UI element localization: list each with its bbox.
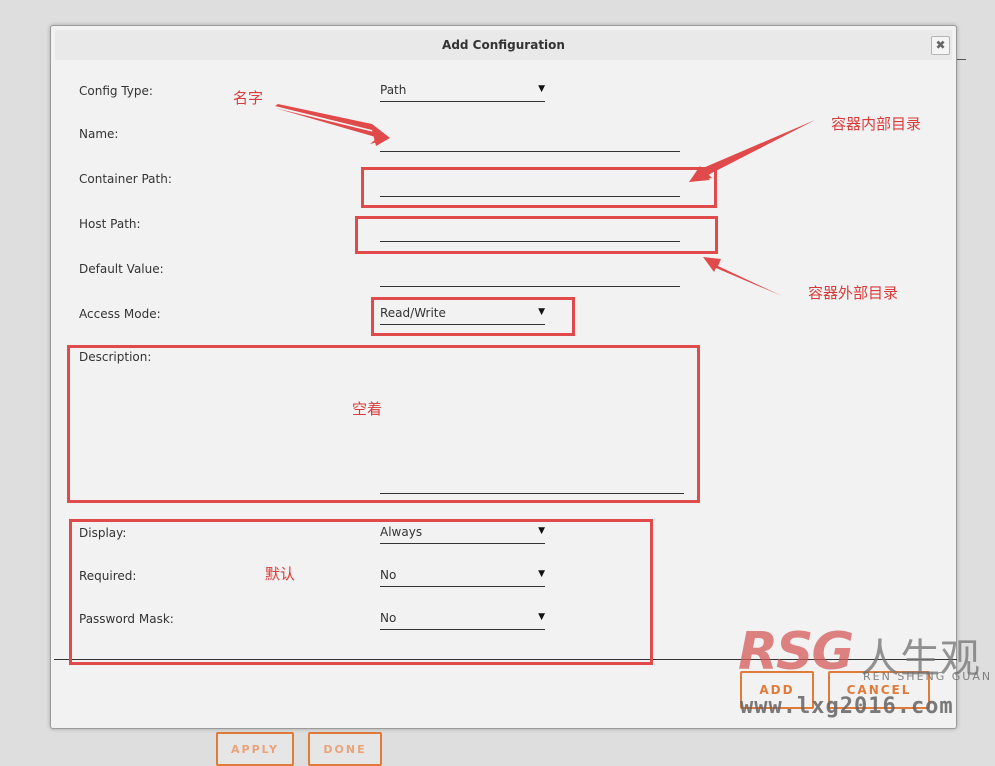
arrow-container-path-head	[689, 120, 815, 182]
watermark-url: www.lxg2016.com	[740, 694, 954, 719]
annotation-name: 名字	[233, 89, 264, 107]
annotation-empty: 空着	[352, 400, 383, 418]
annotation-default: 默认	[265, 565, 296, 583]
annotation-container-dir: 容器内部目录	[831, 115, 922, 133]
watermark-logo: RSG	[738, 622, 854, 682]
arrow-host-path	[703, 257, 782, 296]
annotation-host-dir: 容器外部目录	[808, 284, 899, 302]
watermark: RSG 人生观 REN SHENG GUAN www.lxg2016.com	[738, 622, 995, 732]
watermark-en: REN SHENG GUAN	[863, 670, 993, 683]
arrow-name-head	[275, 104, 390, 146]
